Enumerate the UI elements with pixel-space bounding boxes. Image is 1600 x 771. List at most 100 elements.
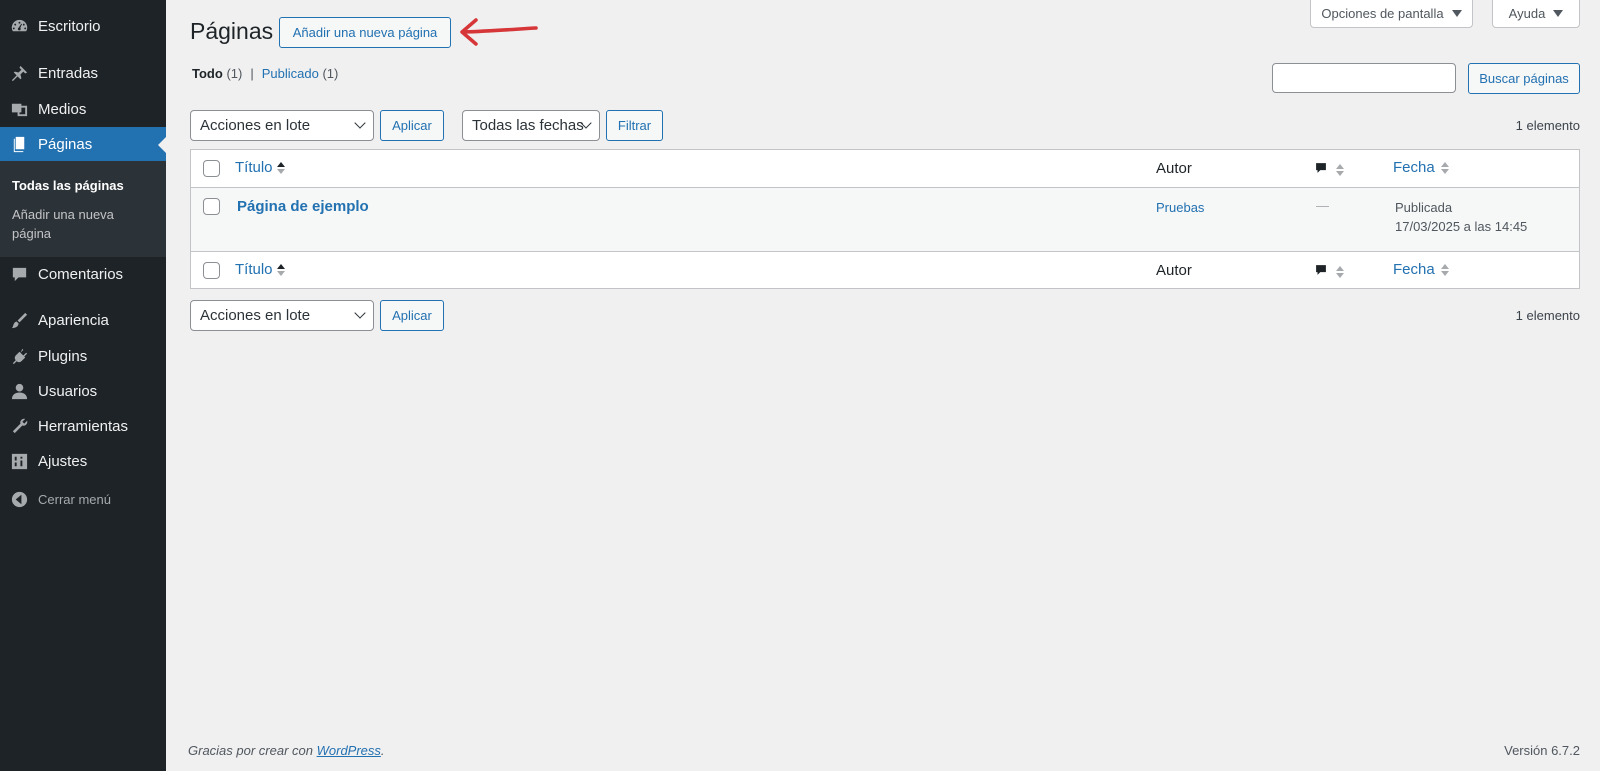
column-author: Autor (1156, 160, 1192, 177)
pages-submenu: Todas las páginas Añadir una nueva págin… (0, 161, 166, 257)
settings-icon (9, 451, 29, 471)
sort-arrows-icon (276, 161, 285, 174)
collapse-label: Cerrar menú (38, 491, 111, 507)
sidebar-item-label: Páginas (38, 135, 93, 153)
filter-published-count: (1) (322, 66, 339, 81)
bulk-actions-select-bottom[interactable]: Acciones en lote (190, 300, 374, 331)
filter-button[interactable]: Filtrar (606, 110, 663, 141)
dates-value: Todas las fechas (472, 117, 584, 134)
sidebar-item-label: Usuarios (38, 382, 98, 400)
sidebar-item-ajustes[interactable]: Ajustes (0, 444, 166, 478)
help-label: Ayuda (1508, 6, 1546, 21)
footer-thanks-suffix: . (380, 743, 385, 758)
table-row: Página de ejemplo Pruebas — Publicada 17… (191, 188, 1579, 251)
admin-sidebar: Escritorio Entradas Medios Páginas Todas… (0, 0, 166, 771)
page-title: Páginas (190, 18, 274, 44)
submenu-all-pages[interactable]: Todas las páginas (12, 176, 152, 195)
sidebar-item-entradas[interactable]: Entradas (0, 56, 166, 90)
sidebar-item-label: Plugins (38, 347, 88, 365)
column-date-label: Fecha (1393, 159, 1435, 176)
sort-arrows-icon (276, 263, 285, 276)
dates-select[interactable]: Todas las fechas (462, 110, 600, 141)
submenu-add-new-line1: Añadir una nueva (12, 207, 114, 222)
user-icon (9, 381, 29, 401)
submenu-add-new[interactable]: Añadir una nueva página (12, 205, 152, 243)
collapse-menu-button[interactable]: Cerrar menú (0, 482, 166, 516)
column-date-sort-footer[interactable]: Fecha (1393, 261, 1449, 278)
footer-version: Versión 6.7.2 (1504, 743, 1580, 758)
sidebar-item-plugins[interactable]: Plugins (0, 339, 166, 373)
annotation-arrow-icon (460, 18, 538, 46)
column-title-label: Título (235, 159, 273, 176)
pages-icon (9, 134, 29, 154)
sidebar-item-label: Medios (38, 100, 87, 118)
dashboard-icon (9, 16, 29, 36)
sort-arrows-icon (1336, 163, 1344, 176)
bulk-actions-select-top[interactable]: Acciones en lote (190, 110, 374, 141)
sidebar-item-medios[interactable]: Medios (0, 92, 166, 126)
column-comments-sort[interactable] (1314, 161, 1344, 178)
chevron-down-icon (354, 307, 366, 319)
sidebar-item-paginas[interactable]: Páginas (0, 127, 166, 161)
filter-all-count: (1) (226, 66, 243, 81)
select-all-checkbox-footer[interactable] (203, 262, 220, 279)
filter-all-label: Todo (192, 66, 223, 81)
items-count-bottom: 1 elemento (1515, 308, 1580, 323)
comment-bubble-icon (1314, 161, 1328, 178)
status-filters: Todo (1) | Publicado (1) (192, 66, 338, 81)
help-button[interactable]: Ayuda (1492, 0, 1580, 28)
sort-arrows-icon (1440, 161, 1449, 174)
column-comments-sort-footer[interactable] (1314, 263, 1344, 280)
row-status: Publicada (1395, 200, 1453, 215)
bulk-actions-value: Acciones en lote (200, 307, 311, 324)
column-title-label: Título (235, 261, 273, 278)
media-icon (9, 99, 29, 119)
items-count-top: 1 elemento (1515, 118, 1580, 133)
caret-down-icon (1451, 10, 1462, 17)
sidebar-item-escritorio[interactable]: Escritorio (0, 9, 166, 43)
column-date-sort[interactable]: Fecha (1393, 159, 1449, 176)
apply-button-bottom[interactable]: Aplicar (380, 300, 444, 331)
search-input[interactable] (1272, 63, 1456, 93)
select-all-checkbox[interactable] (203, 160, 220, 177)
filter-separator: | (250, 66, 254, 81)
comment-icon (9, 264, 29, 284)
brush-icon (9, 310, 29, 330)
column-author-footer: Autor (1156, 262, 1192, 279)
pin-icon (9, 63, 29, 83)
chevron-down-icon (354, 117, 366, 129)
sidebar-item-label: Ajustes (38, 452, 88, 470)
sort-arrows-icon (1440, 263, 1449, 276)
bulk-actions-value: Acciones en lote (200, 117, 311, 134)
table-header: Título Autor Fecha (191, 150, 1579, 188)
column-title-sort[interactable]: Título (235, 159, 285, 176)
row-comments: — (1316, 198, 1329, 213)
sidebar-item-usuarios[interactable]: Usuarios (0, 374, 166, 408)
wordpress-link[interactable]: WordPress (317, 743, 381, 758)
search-pages-button[interactable]: Buscar páginas (1468, 63, 1580, 94)
column-title-sort-footer[interactable]: Título (235, 261, 285, 278)
filter-all[interactable]: Todo (1) (192, 66, 242, 81)
add-new-page-button[interactable]: Añadir una nueva página (279, 17, 451, 48)
submenu-add-new-line2: página (12, 226, 52, 241)
row-author-link[interactable]: Pruebas (1156, 200, 1204, 215)
pages-table: Título Autor Fecha Página de ejemplo Pru… (190, 149, 1580, 289)
filter-published[interactable]: Publicado (1) (262, 66, 339, 81)
sidebar-item-herramientas[interactable]: Herramientas (0, 409, 166, 443)
row-title-link[interactable]: Página de ejemplo (237, 198, 369, 215)
screen-options-label: Opciones de pantalla (1321, 6, 1444, 21)
filter-published-label: Publicado (261, 66, 319, 81)
row-checkbox[interactable] (203, 198, 220, 215)
caret-down-icon (1553, 10, 1564, 17)
wrench-icon (9, 416, 29, 436)
sidebar-item-apariencia[interactable]: Apariencia (0, 303, 166, 337)
sidebar-item-comentarios[interactable]: Comentarios (0, 257, 166, 291)
sidebar-item-label: Herramientas (38, 417, 129, 435)
apply-button-top[interactable]: Aplicar (380, 110, 444, 141)
row-date: 17/03/2025 a las 14:45 (1395, 219, 1528, 234)
column-date-label: Fecha (1393, 261, 1435, 278)
screen-options-button[interactable]: Opciones de pantalla (1310, 0, 1473, 28)
footer-thanks: Gracias por crear con WordPress. (188, 743, 385, 758)
footer-thanks-prefix: Gracias por crear con (188, 743, 317, 758)
sidebar-item-label: Escritorio (38, 17, 101, 35)
